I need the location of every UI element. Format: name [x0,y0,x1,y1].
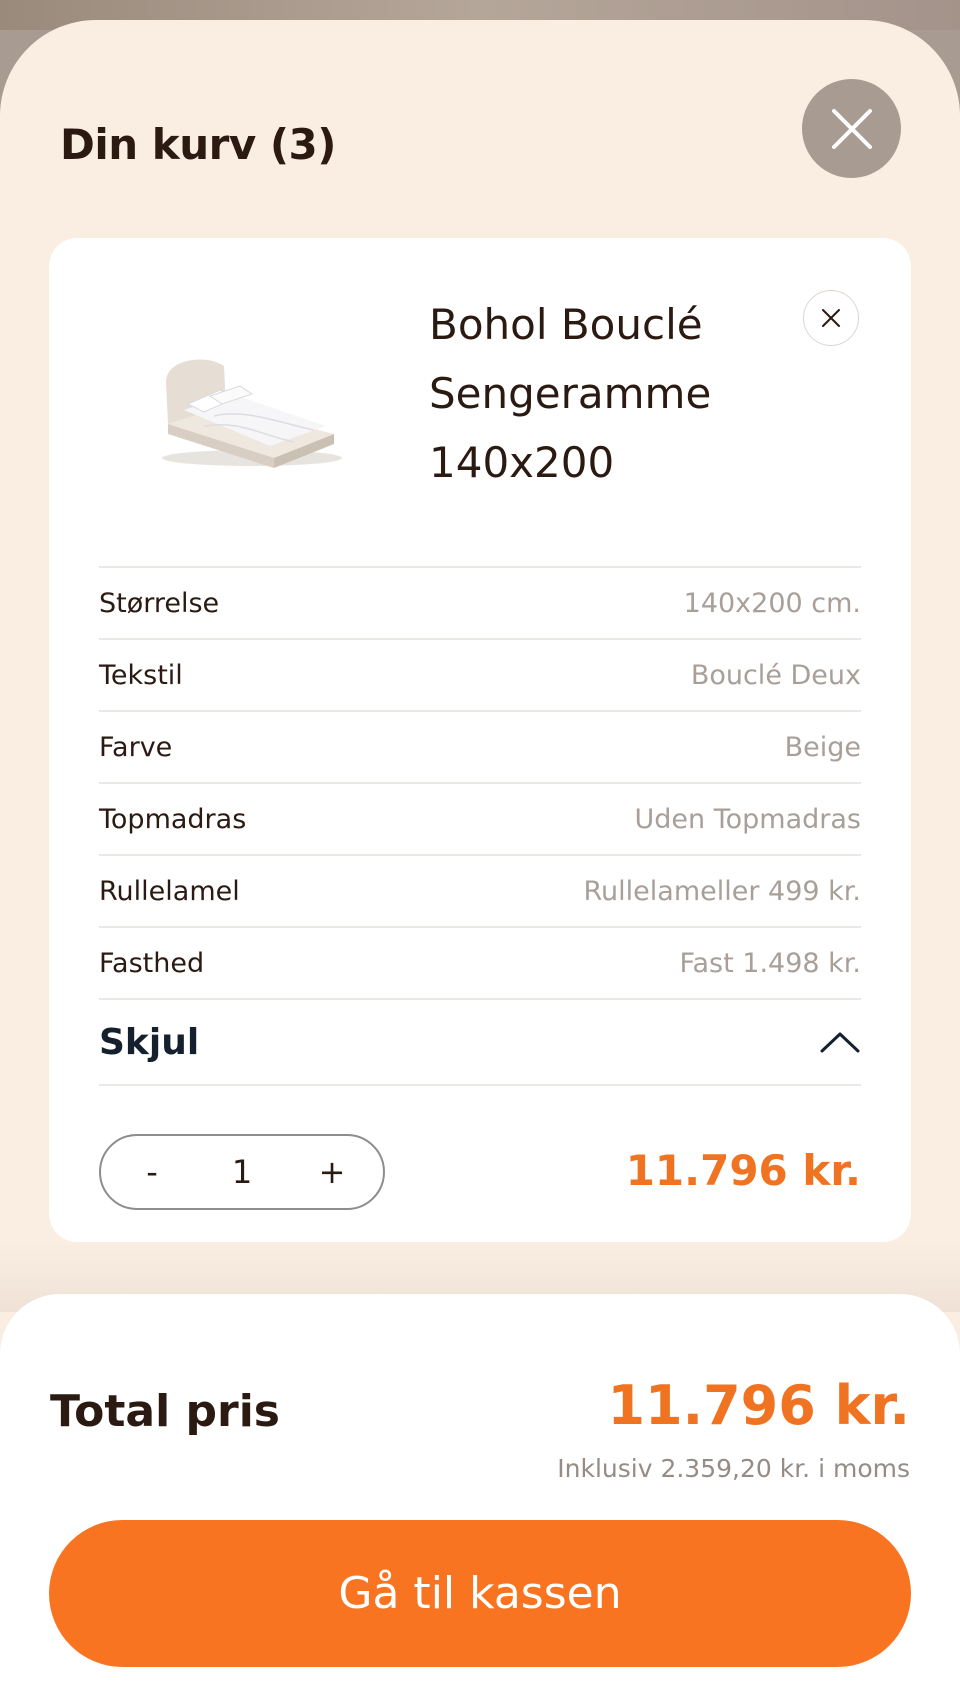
cart-title: Din kurv (3) [60,120,336,169]
spec-row-topper: Topmadras Uden Topmadras [99,782,861,854]
close-icon [831,108,872,149]
close-icon [822,309,840,327]
close-cart-button[interactable] [802,79,901,178]
vat-note: Inklusiv 2.359,20 kr. i moms [557,1454,910,1483]
decrement-button[interactable]: - [137,1153,167,1191]
remove-item-button[interactable] [803,290,859,346]
spec-label: Farve [99,731,173,763]
spec-value: Rullelameller 499 kr. [583,875,862,907]
product-name-line: Sengeramme [429,369,712,418]
total-price: 11.796 kr. [607,1374,910,1437]
spec-list: Størrelse 140x200 cm. Tekstil Bouclé Deu… [99,566,861,1086]
spec-value: Uden Topmadras [634,803,861,835]
quantity-stepper: - 1 + [99,1134,385,1210]
item-price: 11.796 kr. [625,1146,861,1195]
spec-label: Tekstil [99,659,183,691]
spec-row-slats: Rullelamel Rullelameller 499 kr. [99,854,861,926]
spec-value: Bouclé Deux [690,659,861,691]
bed-frame-image [162,359,342,468]
cart-sheet: Din kurv (3) Bohol Bouclé Sengeramme 140… [0,20,960,1689]
spec-label: Størrelse [99,587,220,619]
total-label: Total pris [50,1386,280,1437]
spec-row-color: Farve Beige [99,710,861,782]
spec-row-size: Størrelse 140x200 cm. [99,566,861,638]
checkout-button[interactable]: Gå til kassen [49,1520,911,1667]
cart-item-card: Bohol Bouclé Sengeramme 140x200 Størrels… [49,238,911,1242]
checkout-footer: Total pris 11.796 kr. Inklusiv 2.359,20 … [0,1294,960,1689]
quantity-value: 1 [231,1153,253,1191]
hide-details-toggle[interactable]: Skjul [99,998,861,1086]
spec-row-firmness: Fasthed Fast 1.498 kr. [99,926,861,998]
hide-details-label: Skjul [99,1021,200,1063]
product-name-line: Bohol Bouclé [429,300,703,349]
spec-label: Fasthed [99,947,205,979]
spec-value: 140x200 cm. [683,587,861,619]
spec-label: Rullelamel [99,875,240,907]
product-name: Bohol Bouclé Sengeramme 140x200 [429,290,789,497]
chevron-up-icon [820,1032,860,1053]
product-name-line: 140x200 [429,438,615,487]
spec-value: Beige [784,731,861,763]
spec-label: Topmadras [99,803,247,835]
spec-row-textile: Tekstil Bouclé Deux [99,638,861,710]
spec-value: Fast 1.498 kr. [679,947,861,979]
increment-button[interactable]: + [317,1153,347,1191]
